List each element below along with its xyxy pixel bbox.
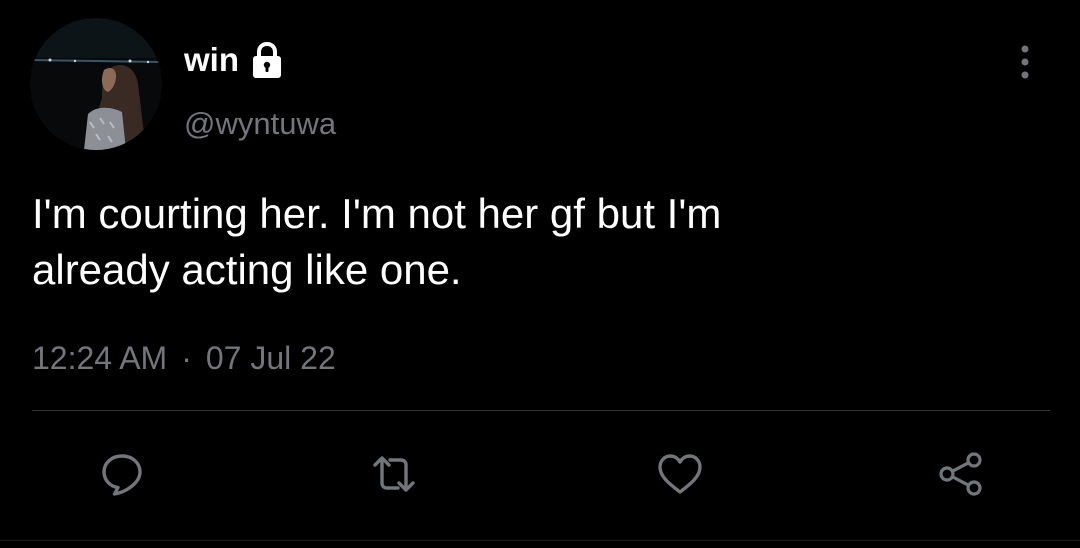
- author-name-row[interactable]: win: [184, 38, 287, 82]
- tweet-time: 12:24 AM: [32, 340, 168, 376]
- more-vertical-icon: [1021, 45, 1029, 79]
- timestamp-separator: ·: [181, 340, 192, 376]
- avatar-image: [30, 18, 162, 150]
- avatar[interactable]: [30, 18, 162, 150]
- share-icon: [939, 452, 982, 496]
- bottom-divider: [0, 540, 1080, 541]
- reply-button[interactable]: [98, 450, 146, 498]
- like-button[interactable]: [656, 450, 704, 498]
- more-options-button[interactable]: [1005, 40, 1045, 84]
- divider: [32, 410, 1050, 411]
- display-name[interactable]: win: [184, 38, 239, 82]
- retweet-icon: [373, 456, 415, 492]
- tweet-timestamp[interactable]: 12:24 AM · 07 Jul 22: [32, 336, 336, 380]
- tweet-text: I'm courting her. I'm not her gf but I'm…: [32, 190, 722, 293]
- reply-icon: [102, 454, 142, 496]
- retweet-button[interactable]: [370, 450, 418, 498]
- user-handle[interactable]: @wyntuwa: [184, 104, 336, 144]
- lock-icon: [253, 41, 281, 78]
- heart-icon: [658, 454, 702, 494]
- tweet-date: 07 Jul 22: [205, 340, 336, 376]
- share-button[interactable]: [936, 450, 984, 498]
